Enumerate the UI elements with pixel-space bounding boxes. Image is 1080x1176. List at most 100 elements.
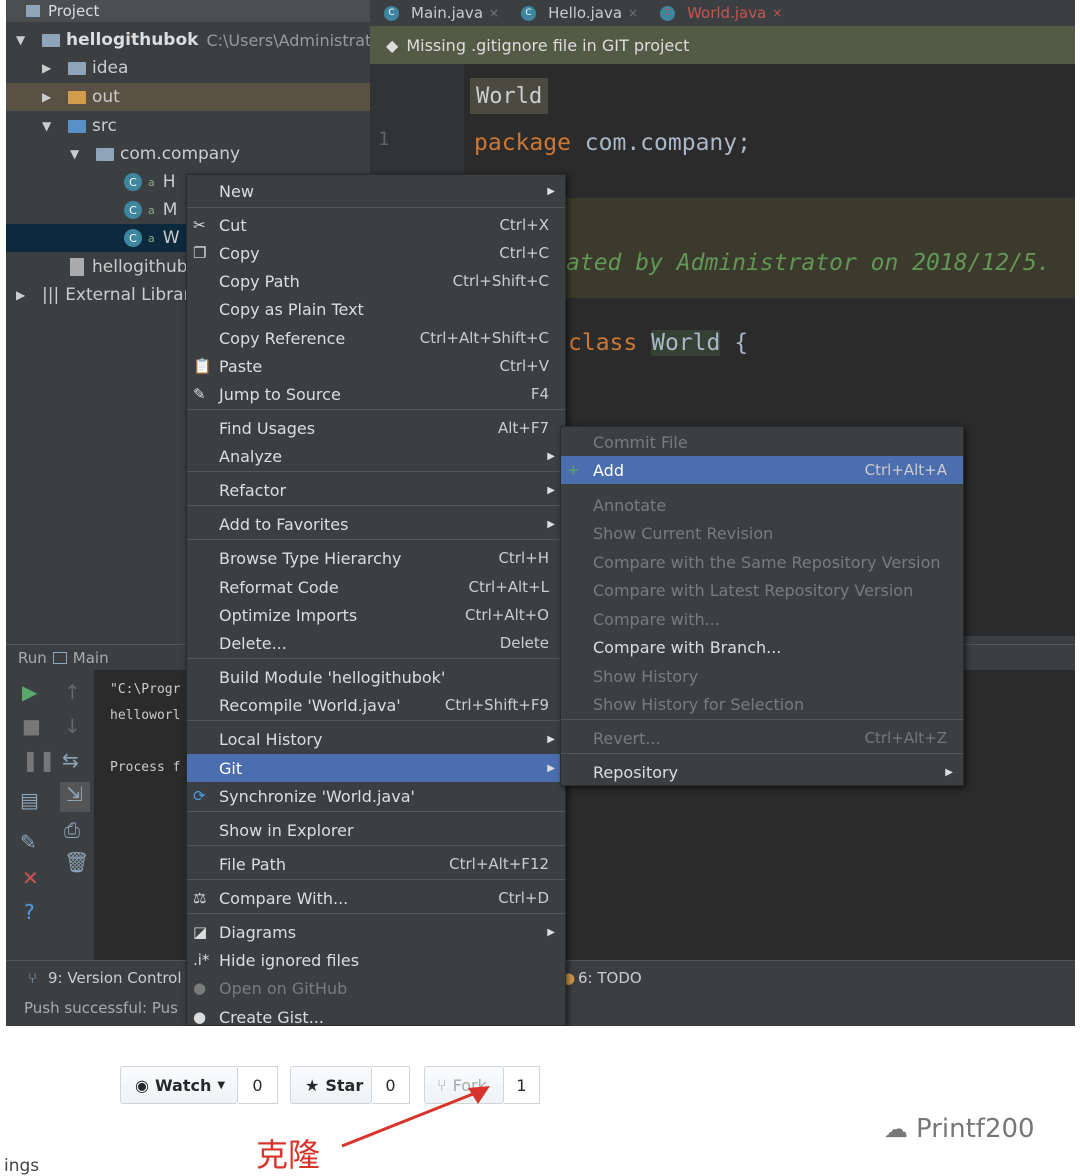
git-item[interactable]: Show Current Revision xyxy=(561,519,963,547)
context-item[interactable]: Copy as Plain Text xyxy=(187,295,565,323)
watermark: ☁ Printf200 xyxy=(884,1114,1035,1144)
menu-item-label: Repository xyxy=(593,762,679,782)
tab-main[interactable]: C Main.java × xyxy=(384,2,499,24)
context-item[interactable]: Add to Favorites ▶ xyxy=(187,510,565,538)
help-icon[interactable]: ? xyxy=(24,900,35,924)
git-item[interactable]: + Add Ctrl+Alt+A xyxy=(561,456,963,484)
expand-arrow-icon[interactable]: ▼ xyxy=(42,119,56,133)
tree-label: src xyxy=(92,116,117,136)
context-item[interactable]: Copy Path Ctrl+Shift+C xyxy=(187,267,565,295)
submenu-arrow-icon: ▶ xyxy=(547,518,555,530)
context-item[interactable]: New ▶ xyxy=(187,177,565,205)
menu-item-label: Show Current Revision xyxy=(593,523,774,543)
version-control-tab[interactable]: 9: Version Control xyxy=(48,969,182,987)
tree-item-idea[interactable]: ▶ idea xyxy=(42,54,128,82)
pause-icon[interactable]: ❚❚ xyxy=(22,748,56,772)
context-item[interactable]: Analyze ▶ xyxy=(187,442,565,470)
menu-separator xyxy=(187,811,565,812)
watch-button[interactable]: ◉ Watch ▼ xyxy=(120,1066,238,1104)
git-item[interactable]: Show History xyxy=(561,662,963,690)
context-item[interactable]: Local History ▶ xyxy=(187,725,565,753)
todo-tab[interactable]: 6: TODO xyxy=(578,969,642,987)
submenu-arrow-icon: ▶ xyxy=(547,185,555,197)
github-repo-strip: ◉ Watch ▼ 0 ★ Star 0 ⑂ Fork 1 克隆 ings ☁ … xyxy=(0,1026,1080,1176)
stop-icon[interactable]: ■ xyxy=(22,714,41,738)
context-item[interactable]: Copy Reference Ctrl+Alt+Shift+C xyxy=(187,324,565,352)
collapse-arrow-icon[interactable]: ▶ xyxy=(42,61,56,75)
context-item[interactable]: Delete... Delete xyxy=(187,629,565,657)
lock-icon: a xyxy=(148,175,155,189)
menu-item-label: Refactor xyxy=(219,480,287,500)
close-icon[interactable]: × xyxy=(772,6,782,20)
context-item[interactable]: Git ▶ xyxy=(187,754,565,782)
tree-item-main[interactable]: C a M xyxy=(124,196,177,224)
wrap-icon[interactable]: ⇆ xyxy=(62,748,79,772)
run-config-name[interactable]: Main xyxy=(73,649,109,667)
project-panel-header[interactable]: Project xyxy=(6,0,370,22)
context-item[interactable]: .i* Hide ignored files xyxy=(187,946,565,974)
tree-item-package[interactable]: ▼ com.company xyxy=(70,140,240,168)
run-icon[interactable]: ▶ xyxy=(22,680,37,704)
run-label[interactable]: Run xyxy=(18,649,47,667)
context-item[interactable]: Reformat Code Ctrl+Alt+L xyxy=(187,573,565,601)
context-item[interactable]: Optimize Imports Ctrl+Alt+O xyxy=(187,601,565,629)
expand-arrow-icon[interactable]: ▼ xyxy=(16,33,30,47)
git-item[interactable]: Compare with Branch... xyxy=(561,633,963,661)
tab-hello[interactable]: C Hello.java × xyxy=(521,2,638,24)
watch-count[interactable]: 0 xyxy=(238,1066,278,1104)
context-item[interactable]: Refactor ▶ xyxy=(187,476,565,504)
down-arrow-icon[interactable]: ↓ xyxy=(64,714,81,738)
menu-item-label: Delete... xyxy=(219,633,287,653)
tree-item-libraries[interactable]: ▶ ||| External Librari xyxy=(16,281,195,309)
close-icon[interactable]: × xyxy=(628,6,638,20)
pin-icon[interactable]: ✎ xyxy=(20,830,37,854)
github-icon: ● xyxy=(193,979,207,997)
menu-item-shortcut: Ctrl+Shift+F9 xyxy=(444,696,549,714)
git-item[interactable]: Compare with the Same Repository Version xyxy=(561,548,963,576)
context-item[interactable]: Build Module 'hellogithubok' xyxy=(187,663,565,691)
tree-item-src[interactable]: ▼ src xyxy=(42,112,117,140)
menu-item-shortcut: Ctrl+C xyxy=(499,244,549,262)
context-item[interactable]: ⟳ Synchronize 'World.java' xyxy=(187,782,565,810)
context-item[interactable]: ● Create Gist... xyxy=(187,1003,565,1027)
trash-icon[interactable]: 🗑 xyxy=(64,850,89,874)
git-item[interactable]: Commit File xyxy=(561,428,963,456)
settings-fragment[interactable]: ings xyxy=(4,1156,39,1176)
expand-arrow-icon[interactable]: ▼ xyxy=(70,147,84,161)
tree-label: External Librari xyxy=(65,285,196,305)
context-item[interactable]: 📋 Paste Ctrl+V xyxy=(187,352,565,380)
git-item[interactable]: Show History for Selection xyxy=(561,690,963,718)
scroll-end-icon[interactable]: ⇲ xyxy=(60,782,90,812)
annotation-arrow xyxy=(341,1086,490,1148)
context-item[interactable]: ● Open on GitHub xyxy=(187,974,565,1002)
tree-item-hello[interactable]: C a H xyxy=(124,168,176,196)
dump-icon[interactable]: ▤ xyxy=(20,788,39,812)
git-item[interactable]: Repository ▶ xyxy=(561,758,963,786)
context-item[interactable]: Recompile 'World.java' Ctrl+Shift+F9 xyxy=(187,691,565,719)
collapse-arrow-icon[interactable]: ▶ xyxy=(42,90,56,104)
tree-item-iml[interactable]: hellogithub xyxy=(70,253,188,281)
context-item[interactable]: ❐ Copy Ctrl+C xyxy=(187,239,565,267)
tab-world[interactable]: C World.java × xyxy=(660,2,782,24)
git-item[interactable]: Revert... Ctrl+Alt+Z xyxy=(561,724,963,752)
context-item[interactable]: Show in Explorer xyxy=(187,816,565,844)
close-icon[interactable]: ✕ xyxy=(22,866,39,890)
close-icon[interactable]: × xyxy=(489,6,499,20)
git-item[interactable]: Annotate xyxy=(561,491,963,519)
breadcrumb[interactable]: World xyxy=(470,78,549,114)
print-icon[interactable]: ⎙ xyxy=(64,818,80,842)
context-item[interactable]: Browse Type Hierarchy Ctrl+H xyxy=(187,544,565,572)
context-item[interactable]: File Path Ctrl+Alt+F12 xyxy=(187,850,565,878)
collapse-arrow-icon[interactable]: ▶ xyxy=(16,288,30,302)
submenu-arrow-icon: ▶ xyxy=(547,484,555,496)
context-item[interactable]: ✂ Cut Ctrl+X xyxy=(187,211,565,239)
git-item[interactable]: Compare with... xyxy=(561,605,963,633)
context-item[interactable]: ⚖ Compare With... Ctrl+D xyxy=(187,884,565,912)
context-item[interactable]: ✎ Jump to Source F4 xyxy=(187,380,565,408)
git-item[interactable]: Compare with Latest Repository Version xyxy=(561,576,963,604)
up-arrow-icon[interactable]: ↑ xyxy=(64,680,81,704)
context-item[interactable]: Find Usages Alt+F7 xyxy=(187,414,565,442)
context-item[interactable]: ◪ Diagrams ▶ xyxy=(187,918,565,946)
tree-root[interactable]: ▼ hellogithubok C:\Users\Administrato xyxy=(16,26,381,54)
tree-item-out[interactable]: ▶ out xyxy=(6,83,370,111)
